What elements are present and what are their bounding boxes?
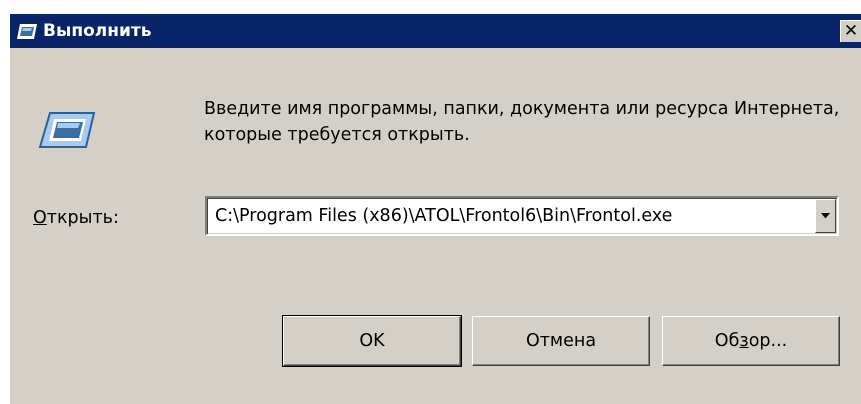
run-window-icon bbox=[17, 24, 37, 39]
title-bar[interactable]: Выполнить ✕ bbox=[10, 14, 861, 48]
open-path-input[interactable] bbox=[215, 203, 803, 229]
browse-label-pre: Об bbox=[714, 331, 740, 351]
open-label-mnemonic: О bbox=[33, 208, 47, 228]
open-label-rest: ткрыть: bbox=[46, 208, 119, 228]
run-window-icon bbox=[38, 112, 96, 148]
window-title: Выполнить bbox=[43, 21, 152, 41]
browse-label-mnemonic: з bbox=[739, 331, 749, 351]
ok-button[interactable]: OK bbox=[282, 315, 462, 367]
open-combobox[interactable] bbox=[205, 196, 839, 236]
open-field-label: Открыть: bbox=[33, 205, 119, 231]
browse-label-post: ор... bbox=[748, 331, 788, 351]
browse-button[interactable]: Обзор... bbox=[662, 316, 840, 366]
chevron-down-icon bbox=[821, 213, 830, 219]
close-button[interactable]: ✕ bbox=[840, 20, 861, 42]
cancel-button[interactable]: Отмена bbox=[472, 316, 650, 366]
dropdown-button[interactable] bbox=[815, 199, 836, 233]
prompt-text: Введите имя программы, папки, документа … bbox=[204, 99, 840, 145]
close-icon: ✕ bbox=[843, 21, 859, 41]
run-dialog: Выполнить ✕ Введите имя программы, папки… bbox=[10, 14, 861, 404]
